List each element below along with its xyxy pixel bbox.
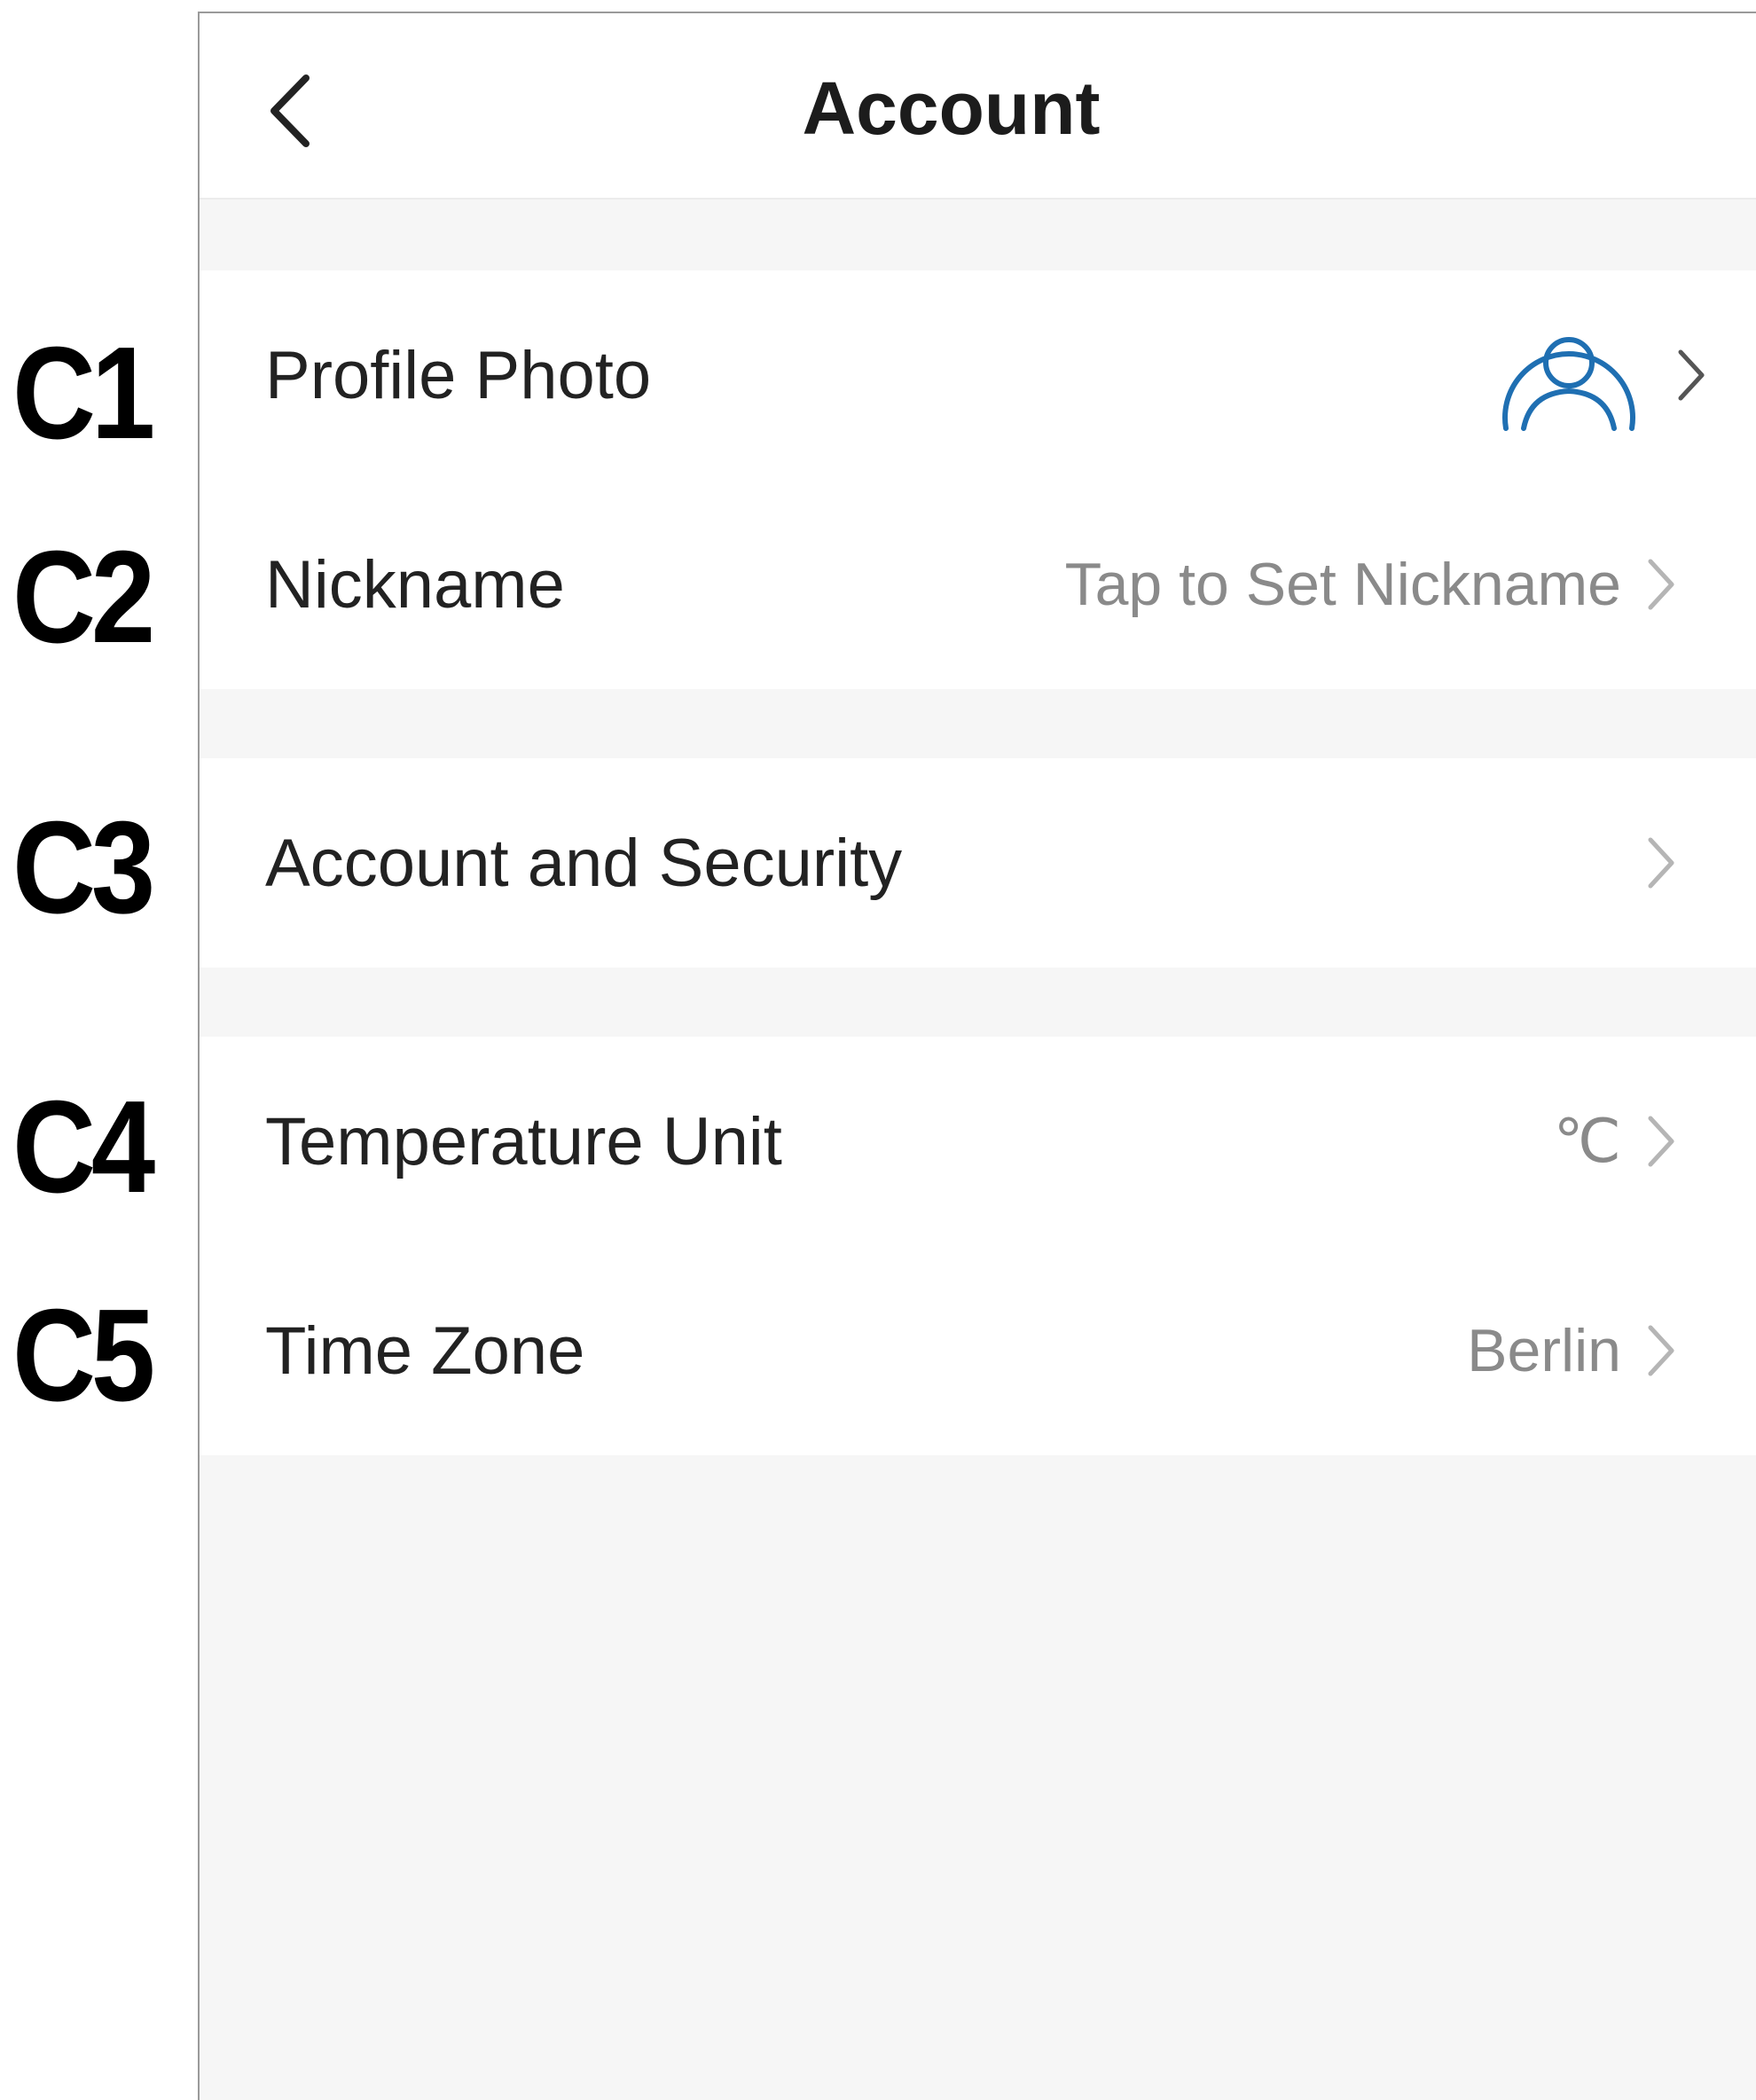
time-zone-label: Time Zone	[265, 1312, 585, 1389]
profile-photo-label: Profile Photo	[265, 337, 652, 413]
page-title: Account	[802, 67, 1101, 150]
temperature-unit-label: Temperature Unit	[265, 1103, 782, 1179]
security-group: Account and Security	[200, 758, 1756, 968]
chevron-right-icon	[1639, 1246, 1683, 1455]
nickname-label: Nickname	[265, 546, 565, 623]
account-security-label: Account and Security	[265, 825, 903, 901]
nickname-value: Tap to Set Nickname	[1064, 551, 1621, 618]
callout-c3: C3	[12, 795, 155, 941]
figure-canvas: C1 C2 C3 C4 C5 Account Profile Photo Nic…	[0, 0, 1756, 2100]
callout-c5: C5	[12, 1282, 155, 1429]
chevron-right-icon	[1639, 1037, 1683, 1246]
temperature-unit-value: ℃	[1553, 1107, 1621, 1175]
profile-group: Profile Photo Nickname Tap to Set Nickna…	[200, 270, 1756, 689]
chevron-right-icon	[1639, 480, 1683, 689]
user-avatar-icon[interactable]	[1497, 317, 1641, 435]
preferences-group: Temperature Unit ℃ Time Zone Berlin	[200, 1037, 1756, 1455]
chevron-right-icon	[1639, 758, 1683, 968]
callout-c4: C4	[12, 1074, 155, 1220]
row-account-security[interactable]: Account and Security	[200, 758, 1756, 968]
row-time-zone[interactable]: Time Zone Berlin	[200, 1246, 1756, 1455]
row-temperature-unit[interactable]: Temperature Unit ℃	[200, 1037, 1756, 1246]
time-zone-value: Berlin	[1467, 1317, 1621, 1384]
callout-c1: C1	[12, 320, 155, 466]
row-profile-photo[interactable]: Profile Photo	[200, 270, 1756, 480]
callout-c2: C2	[12, 524, 155, 670]
navigation-bar: Account	[200, 13, 1756, 200]
account-screen: Account Profile Photo Nickname Tap to Se…	[198, 12, 1756, 2100]
chevron-right-icon	[1669, 270, 1713, 480]
row-nickname[interactable]: Nickname Tap to Set Nickname	[200, 480, 1756, 689]
